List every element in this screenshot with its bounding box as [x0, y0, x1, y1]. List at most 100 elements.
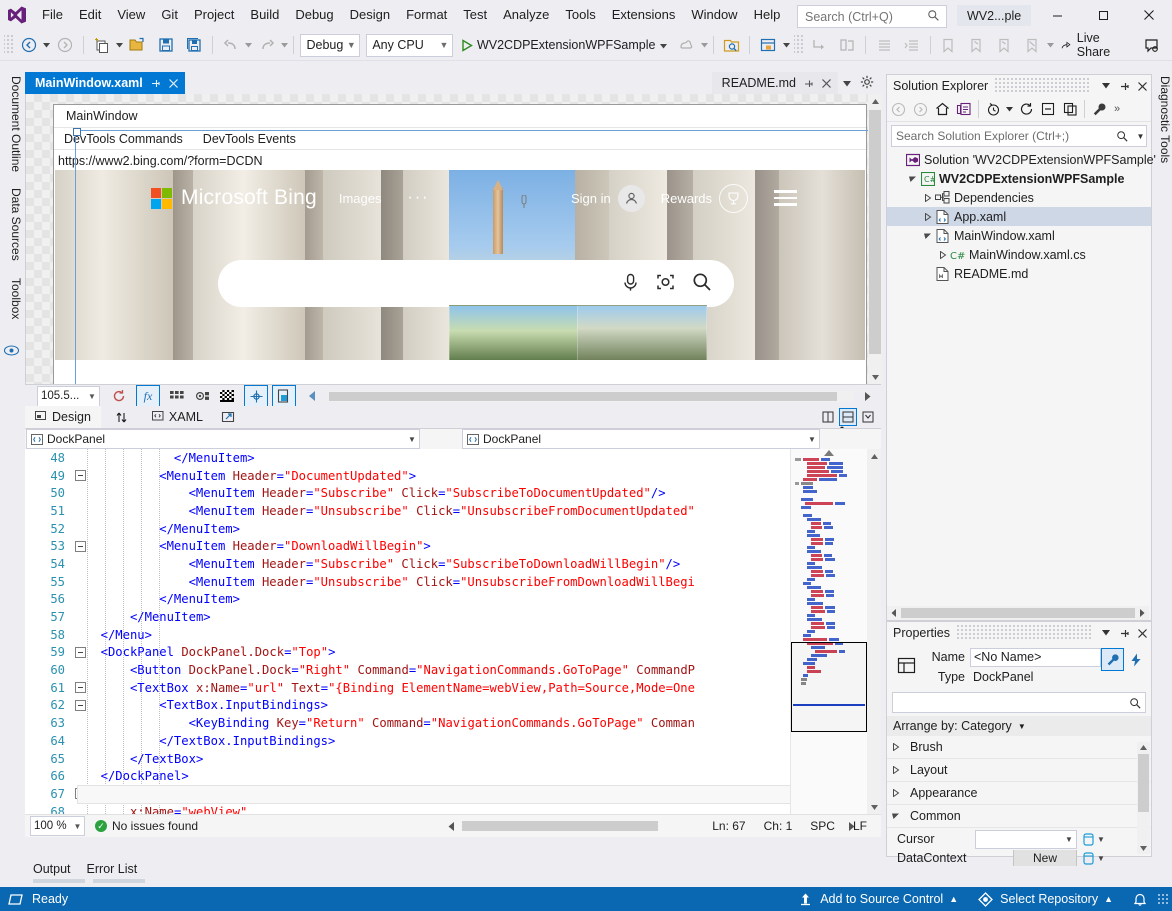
menu-design[interactable]: Design — [342, 3, 398, 27]
tab-design-view[interactable]: Design — [25, 406, 101, 428]
properties-drag-dots[interactable] — [956, 625, 1091, 641]
code-line[interactable]: 65</TextBox> — [25, 750, 881, 768]
solution-tree[interactable]: Solution 'WV2CDPExtensionWPFSample'C#WV2… — [887, 150, 1151, 283]
camera-lens-icon[interactable] — [656, 273, 675, 294]
tree-item-solution-wv2cdpextensionwpfsample[interactable]: Solution 'WV2CDPExtensionWPFSample' — [887, 150, 1151, 169]
collapse-left-icon[interactable] — [301, 386, 323, 406]
redo-button[interactable] — [253, 33, 281, 57]
panel-dropdown-icon[interactable] — [1097, 77, 1115, 95]
pin-icon[interactable] — [150, 78, 161, 89]
toggle-bookmark-button[interactable] — [934, 33, 962, 57]
xaml-designer-surface[interactable]: MainWindow DevTools Commands DevTools Ev… — [25, 94, 882, 384]
preview-eye-icon[interactable] — [3, 344, 20, 360]
feedback-button[interactable] — [1138, 33, 1166, 57]
code-line[interactable]: 57</MenuItem> — [25, 608, 881, 626]
status-resize-grip[interactable] — [1157, 893, 1169, 905]
designer-scroll-thumb[interactable] — [869, 110, 881, 354]
search-icon-properties[interactable] — [1129, 697, 1141, 709]
minimap-viewport[interactable] — [791, 642, 867, 732]
search-icon-bing[interactable] — [692, 272, 712, 295]
clear-bookmarks-button[interactable] — [1018, 33, 1046, 57]
effects-fx-icon[interactable]: fx — [136, 385, 160, 407]
properties-wrench-tab[interactable] — [1101, 648, 1124, 671]
show-all-files-icon[interactable] — [1059, 99, 1081, 119]
navigate-backward-button[interactable] — [15, 33, 43, 57]
transparency-icon[interactable] — [216, 386, 238, 406]
tree-item-mainwindow-xaml[interactable]: MainWindow.xaml — [887, 226, 1151, 245]
code-line[interactable]: 61<TextBox x:Name="url" Text="{Binding E… — [25, 679, 881, 697]
hscroll-left-icon[interactable] — [448, 820, 458, 832]
designer-url-textbox[interactable]: https://www2.bing.com/?form=DCDN — [54, 149, 866, 171]
menu-window[interactable]: Window — [683, 3, 745, 27]
se-scroll-right-icon[interactable] — [1136, 609, 1149, 617]
designer-horizontal-scrollbar[interactable] — [329, 391, 854, 402]
properties-search[interactable] — [892, 692, 1146, 713]
minimize-button[interactable] — [1034, 0, 1080, 30]
tab-output[interactable]: Output — [25, 861, 79, 876]
solution-configuration-combo[interactable]: Debug ▼ — [300, 34, 360, 57]
chevron-collapsed-icon[interactable] — [921, 194, 934, 202]
scroll-up-icon[interactable] — [868, 94, 882, 108]
save-all-button[interactable] — [180, 33, 208, 57]
datacontext-new-button[interactable]: New — [1013, 850, 1077, 866]
toolbar-grip-2[interactable] — [794, 35, 803, 55]
search-icon-se[interactable] — [1116, 130, 1128, 142]
properties-close-icon[interactable] — [1133, 624, 1151, 642]
fold-toggle-icon[interactable] — [74, 647, 86, 658]
property-marker-icon-cursor[interactable] — [1083, 833, 1094, 846]
bing-thumbnail-2[interactable] — [577, 305, 707, 360]
hscroll-thumb[interactable] — [462, 821, 658, 831]
properties-wrench-icon[interactable] — [1088, 99, 1110, 119]
pin-icon-2[interactable] — [803, 78, 814, 89]
start-debug-button[interactable]: WV2CDPExtensionWPFSample — [456, 33, 673, 57]
properties-dropdown-icon[interactable] — [1097, 624, 1115, 642]
close-icon-2[interactable] — [821, 78, 832, 89]
panel-close-icon[interactable] — [1133, 77, 1151, 95]
live-preview-button[interactable] — [717, 33, 745, 57]
chevron-collapsed-icon[interactable] — [936, 251, 949, 259]
live-share-button[interactable]: Live Share — [1055, 33, 1122, 57]
tab-list-dropdown-icon[interactable] — [838, 76, 856, 90]
bing-thumbnail-1[interactable] — [449, 305, 579, 360]
tab-readme-md[interactable]: README.md — [712, 72, 838, 94]
code-line[interactable]: 54<MenuItem Header="Subscribe" Click="Su… — [25, 555, 881, 573]
code-line[interactable]: 52</MenuItem> — [25, 520, 881, 538]
microphone-icon[interactable] — [622, 273, 639, 295]
tab-mainwindow-xaml[interactable]: MainWindow.xaml — [25, 72, 185, 94]
close-icon[interactable] — [168, 78, 179, 89]
select-element-dropdown[interactable] — [782, 43, 790, 48]
code-line[interactable]: 48</MenuItem> — [25, 449, 881, 467]
property-marker-chevron-datacontext[interactable]: ▼ — [1097, 854, 1105, 863]
close-button[interactable] — [1126, 0, 1172, 30]
snap-to-guides-icon[interactable] — [244, 385, 268, 407]
refresh-icon-se[interactable] — [1015, 99, 1037, 119]
tree-item-wv2cdpextensionwpfsample[interactable]: C#WV2CDPExtensionWPFSample — [887, 169, 1151, 188]
history-dropdown-icon[interactable] — [1004, 107, 1015, 112]
issues-status-label[interactable]: No issues found — [112, 819, 198, 833]
se-scroll-left-icon[interactable] — [887, 609, 900, 617]
code-line[interactable]: 63<KeyBinding Key="Return" Command="Navi… — [25, 714, 881, 732]
add-to-source-control-button[interactable]: Add to Source Control ▲ — [788, 887, 968, 911]
minimap-scroll-up-icon[interactable] — [791, 449, 867, 456]
new-project-dropdown[interactable] — [116, 43, 124, 48]
code-line[interactable]: 60<Button DockPanel.Dock="Right" Command… — [25, 661, 881, 679]
select-repository-button[interactable]: Select Repository ▲ — [968, 887, 1123, 911]
se-hscroll-thumb[interactable] — [901, 608, 1135, 618]
menu-file[interactable]: File — [34, 3, 71, 27]
bing-logo[interactable]: Microsoft Bing — [151, 186, 317, 210]
property-category-layout[interactable]: Layout — [887, 759, 1151, 782]
next-bookmark-button[interactable] — [990, 33, 1018, 57]
gear-icon[interactable] — [856, 75, 878, 92]
menu-test[interactable]: Test — [455, 3, 495, 27]
code-line[interactable]: 59<DockPanel DockPanel.Dock="Top"> — [25, 644, 881, 662]
tree-item-app-xaml[interactable]: App.xaml — [887, 207, 1151, 226]
save-button[interactable] — [152, 33, 180, 57]
editor-zoom-combo[interactable]: 100 % ▼ — [30, 816, 85, 836]
chevron-expanded-icon[interactable] — [906, 175, 919, 183]
notifications-button[interactable] — [1123, 887, 1157, 911]
indentation-label[interactable]: SPC — [810, 819, 835, 833]
code-line[interactable]: 62<TextBox.InputBindings> — [25, 697, 881, 715]
quick-launch-search[interactable] — [797, 5, 947, 28]
menu-edit[interactable]: Edit — [71, 3, 109, 27]
document-outline-toggle-icon[interactable] — [272, 385, 296, 407]
